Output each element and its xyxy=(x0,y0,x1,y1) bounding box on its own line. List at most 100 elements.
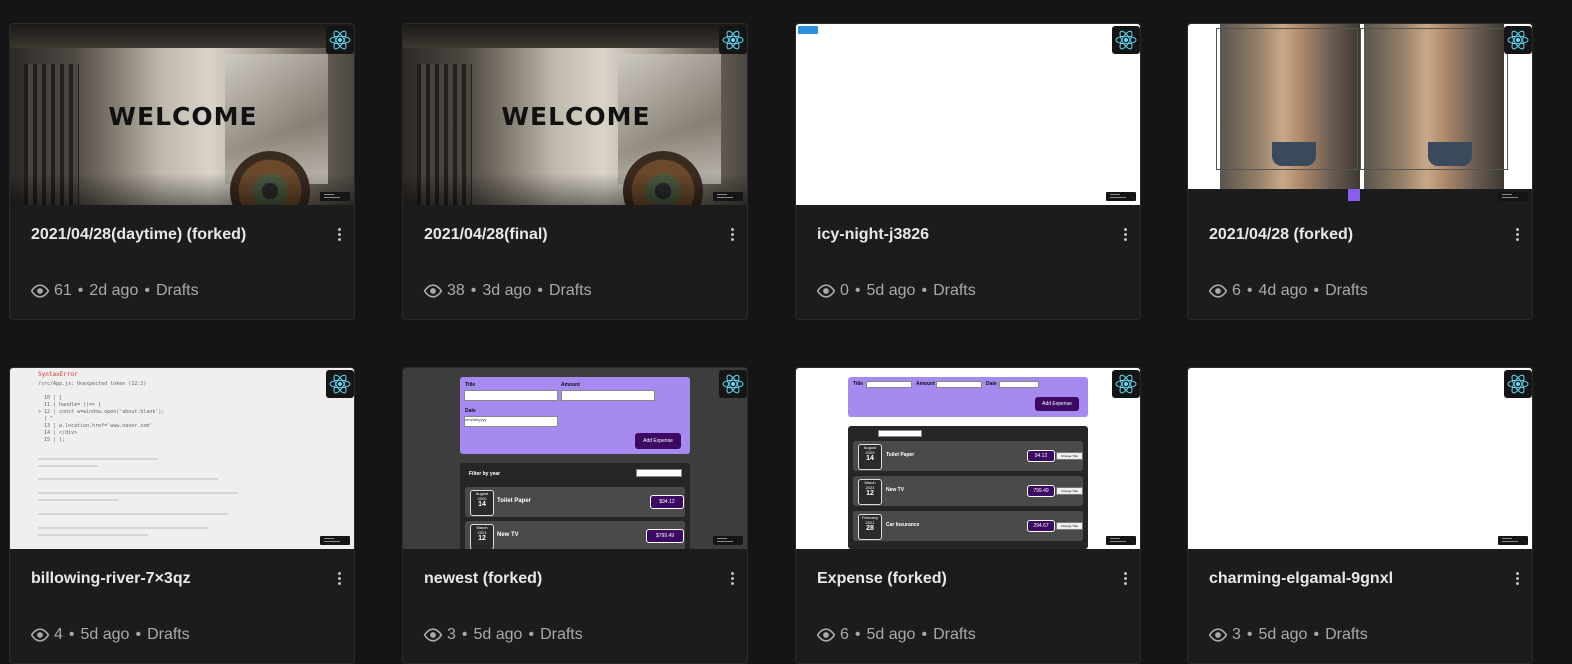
expense-form: Title Amount Date Add Expense xyxy=(848,377,1088,417)
react-icon xyxy=(1112,26,1140,54)
view-count: 3 xyxy=(1232,626,1241,643)
thumbnail-welcome-text: WELCOME xyxy=(108,102,258,131)
more-vertical-icon[interactable] xyxy=(1120,571,1130,587)
view-count: 0 xyxy=(840,282,849,299)
preview-button xyxy=(798,26,818,34)
eye-icon xyxy=(423,628,443,642)
react-icon xyxy=(326,26,354,54)
card-folder: Drafts xyxy=(147,626,190,643)
open-sandbox-button xyxy=(713,192,743,201)
more-vertical-icon[interactable] xyxy=(1120,227,1130,243)
card-age: 5d ago xyxy=(80,626,130,643)
code-line: 14 | </div> xyxy=(44,430,78,436)
card-thumbnail[interactable]: Title Amount Date Add Expense August 2020… xyxy=(796,368,1140,549)
view-count: 38 xyxy=(447,282,465,299)
error-title: SyntaxError xyxy=(38,371,78,378)
more-vertical-icon[interactable] xyxy=(727,227,737,243)
card-folder: Drafts xyxy=(155,282,199,299)
error-path: /src/App.js: Unexpected token (12:2) xyxy=(38,381,147,387)
view-count: 4 xyxy=(54,626,63,643)
more-vertical-icon[interactable] xyxy=(1512,227,1522,243)
card-age: 5d ago xyxy=(1258,626,1308,643)
card-folder: Drafts xyxy=(933,626,976,643)
sandbox-card[interactable]: icy-night-j3826 0 • 5d ago • Drafts xyxy=(795,23,1141,320)
card-meta: 6 • 4d ago • Drafts xyxy=(1208,282,1368,300)
card-folder: Drafts xyxy=(548,282,592,299)
card-meta: 0 • 5d ago • Drafts xyxy=(816,282,976,300)
react-icon xyxy=(326,370,354,398)
sandbox-card[interactable]: Title Amount Date mm/dd/yyyy Add Expense… xyxy=(402,367,748,664)
code-line: 11 | handle= ()=> { xyxy=(44,402,102,408)
card-thumbnail[interactable] xyxy=(1188,368,1532,549)
card-age: 5d ago xyxy=(473,626,523,643)
card-title[interactable]: 2021/04/28(final) xyxy=(424,226,548,244)
react-icon xyxy=(1504,26,1532,54)
sandbox-card[interactable]: WELCOME 2021/04/28(daytime) (forked) 61 •… xyxy=(9,23,355,320)
eye-icon xyxy=(816,284,836,298)
eye-icon xyxy=(816,628,836,642)
expense-list: Filter by year August 2020 14 Toilet Paper… xyxy=(460,463,690,549)
card-meta: 6 • 5d ago • Drafts xyxy=(816,626,976,644)
react-icon xyxy=(1504,370,1532,398)
sandbox-card[interactable]: WELCOME 2021/04/28(final) 38 • 3d ago • Dr… xyxy=(402,23,748,320)
thumbnail-welcome-text: WELCOME xyxy=(501,102,651,131)
card-thumbnail[interactable] xyxy=(796,24,1140,205)
card-meta: 3 • 5d ago • Drafts xyxy=(1208,626,1368,644)
card-thumbnail[interactable]: WELCOME xyxy=(10,24,354,205)
react-icon xyxy=(1112,370,1140,398)
view-count: 6 xyxy=(1232,282,1241,299)
card-thumbnail[interactable]: WELCOME xyxy=(403,24,747,205)
card-title[interactable]: icy-night-j3826 xyxy=(817,226,929,244)
open-sandbox-button xyxy=(1106,192,1136,201)
more-vertical-icon[interactable] xyxy=(727,571,737,587)
code-line: > 12 | const w=window.open('about:blank'… xyxy=(38,409,165,415)
open-sandbox-button xyxy=(713,536,743,545)
card-folder: Drafts xyxy=(1325,626,1368,643)
view-count: 61 xyxy=(54,282,72,299)
card-thumbnail[interactable] xyxy=(1188,24,1532,205)
card-thumbnail[interactable]: SyntaxError /src/App.js: Unexpected toke… xyxy=(10,368,354,549)
card-title[interactable]: charming-elgamal-9gnxl xyxy=(1209,570,1393,588)
card-folder: Drafts xyxy=(933,282,976,299)
react-icon xyxy=(719,370,747,398)
card-title[interactable]: 2021/04/28(daytime) (forked) xyxy=(31,226,246,244)
card-meta: 61 • 2d ago • Drafts xyxy=(30,282,199,300)
card-folder: Drafts xyxy=(1325,282,1368,299)
open-sandbox-button xyxy=(320,192,350,201)
eye-icon xyxy=(1208,628,1228,642)
sandbox-card[interactable]: Title Amount Date Add Expense August 2020… xyxy=(795,367,1141,664)
eye-icon xyxy=(30,284,50,298)
card-title[interactable]: newest (forked) xyxy=(424,570,542,588)
code-line: | ^ xyxy=(44,416,54,422)
expense-form: Title Amount Date mm/dd/yyyy Add Expense xyxy=(460,377,690,454)
card-age: 2d ago xyxy=(89,282,139,299)
more-vertical-icon[interactable] xyxy=(1512,571,1522,587)
eye-icon xyxy=(1208,284,1228,298)
more-vertical-icon[interactable] xyxy=(334,227,344,243)
card-title[interactable]: 2021/04/28 (forked) xyxy=(1209,226,1353,244)
code-line: 10 | } xyxy=(44,395,63,401)
eye-icon xyxy=(423,284,443,298)
card-age: 5d ago xyxy=(866,282,916,299)
card-title[interactable]: billowing-river-7×3qz xyxy=(31,570,191,588)
expense-list: August 2020 14 Toilet Paper 94.12 Change T… xyxy=(848,426,1088,549)
card-folder: Drafts xyxy=(540,626,583,643)
card-age: 5d ago xyxy=(866,626,916,643)
sandbox-card[interactable]: 2021/04/28 (forked) 6 • 4d ago • Drafts xyxy=(1187,23,1533,320)
open-sandbox-button xyxy=(1106,536,1136,545)
card-thumbnail[interactable]: Title Amount Date mm/dd/yyyy Add Expense… xyxy=(403,368,747,549)
react-icon xyxy=(719,26,747,54)
view-count: 6 xyxy=(840,626,849,643)
card-age: 3d ago xyxy=(482,282,532,299)
card-age: 4d ago xyxy=(1258,282,1308,299)
code-line: 13 | w.location.href='www.naver.com' xyxy=(44,423,153,429)
card-meta: 3 • 5d ago • Drafts xyxy=(423,626,583,644)
sandbox-card[interactable]: charming-elgamal-9gnxl 3 • 5d ago • Drafts xyxy=(1187,367,1533,664)
card-title[interactable]: Expense (forked) xyxy=(817,570,947,588)
sandbox-card[interactable]: SyntaxError /src/App.js: Unexpected toke… xyxy=(9,367,355,664)
eye-icon xyxy=(30,628,50,642)
open-sandbox-button xyxy=(1498,536,1528,545)
card-meta: 38 • 3d ago • Drafts xyxy=(423,282,592,300)
open-sandbox-button xyxy=(1498,192,1528,201)
more-vertical-icon[interactable] xyxy=(334,571,344,587)
